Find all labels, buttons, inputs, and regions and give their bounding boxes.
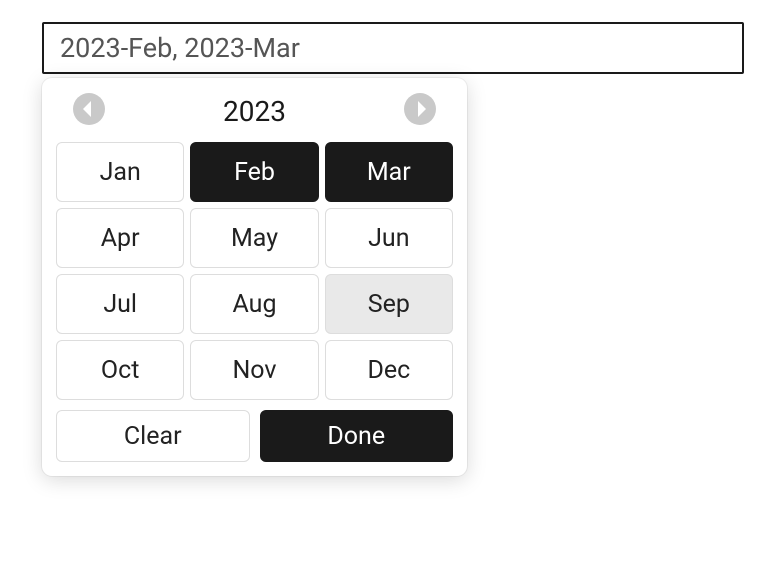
month-jun[interactable]: Jun (325, 208, 453, 268)
month-oct[interactable]: Oct (56, 340, 184, 400)
date-range-value: 2023-Feb, 2023-Mar (60, 32, 300, 64)
next-year-button[interactable] (403, 94, 437, 128)
month-feb[interactable]: Feb (190, 142, 318, 202)
year-label[interactable]: 2023 (223, 95, 286, 128)
month-picker-popover: 2023 Jan Feb Mar Apr May Jun Jul Aug Sep… (42, 78, 467, 476)
month-jan[interactable]: Jan (56, 142, 184, 202)
month-jul[interactable]: Jul (56, 274, 184, 334)
month-dec[interactable]: Dec (325, 340, 453, 400)
month-nov[interactable]: Nov (190, 340, 318, 400)
picker-header: 2023 (54, 88, 455, 138)
month-aug[interactable]: Aug (190, 274, 318, 334)
clear-button[interactable]: Clear (56, 410, 250, 462)
arrow-right-icon (403, 92, 437, 130)
prev-year-button[interactable] (72, 94, 106, 128)
arrow-left-icon (72, 92, 106, 130)
date-range-input[interactable]: 2023-Feb, 2023-Mar (42, 22, 744, 74)
month-mar[interactable]: Mar (325, 142, 453, 202)
picker-footer: Clear Done (54, 410, 455, 462)
months-grid: Jan Feb Mar Apr May Jun Jul Aug Sep Oct … (54, 138, 455, 410)
month-apr[interactable]: Apr (56, 208, 184, 268)
month-sep[interactable]: Sep (325, 274, 453, 334)
done-button[interactable]: Done (260, 410, 454, 462)
month-may[interactable]: May (190, 208, 318, 268)
